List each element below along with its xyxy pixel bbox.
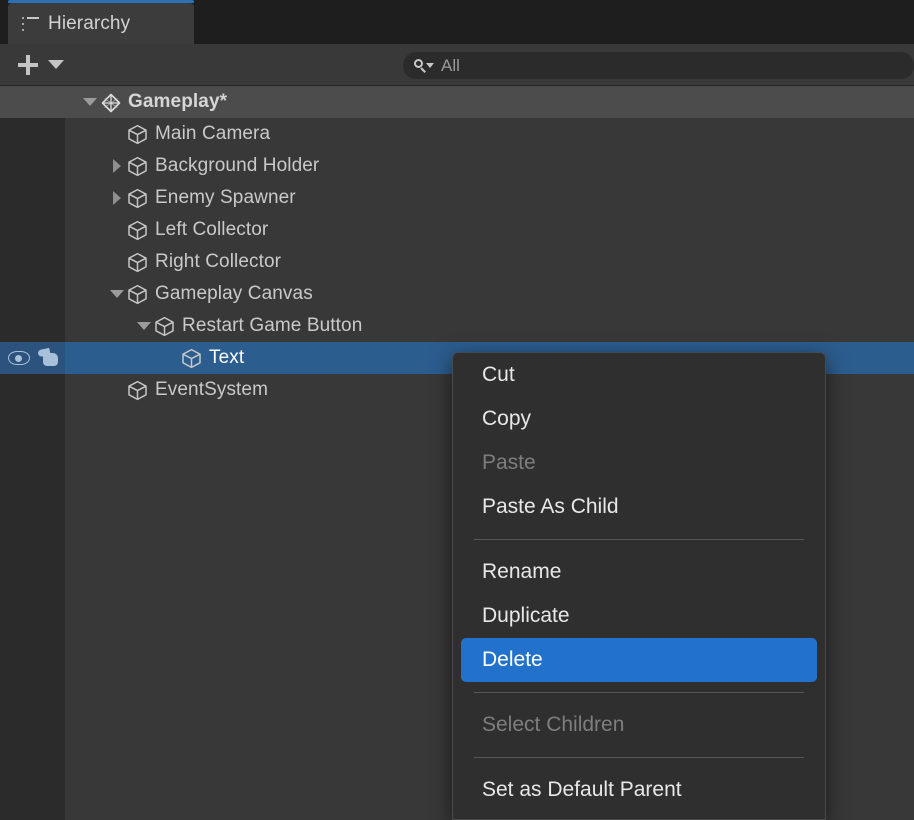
hierarchy-row[interactable]: Background Holder [0,150,914,182]
menu-item[interactable]: Duplicate [453,594,825,638]
gameobject-icon [127,380,148,401]
foldout-placeholder [107,214,127,246]
gameobject-icon [127,124,148,145]
menu-separator [474,692,804,693]
search-placeholder: All [441,55,460,75]
list-icon [22,16,39,31]
hierarchy-row[interactable]: Enemy Spawner [0,182,914,214]
hierarchy-row-label: Gameplay Canvas [155,283,313,304]
foldout-toggle[interactable] [134,310,154,342]
context-menu: Cut Copy Paste Paste As Child Rename Duplicat… [452,352,826,820]
menu-separator [474,539,804,540]
hierarchy-row-label: Restart Game Button [182,315,363,336]
search-icon[interactable] [413,58,435,74]
search-input[interactable]: All [403,52,914,79]
menu-item: Paste [482,451,536,474]
hierarchy-row-label: Left Collector [155,219,269,240]
hierarchy-row-label: Enemy Spawner [155,187,296,208]
hierarchy-row-label: Right Collector [155,251,282,272]
gameobject-icon [181,348,202,369]
foldout-toggle[interactable] [107,278,127,310]
tab-label: Hierarchy [48,12,131,34]
gameobject-icon [127,156,148,177]
hierarchy-row[interactable]: Left Collector [0,214,914,246]
plus-icon [17,54,39,76]
gameobject-icon [127,188,148,209]
menu-item[interactable]: Copy [453,397,825,441]
menu-item[interactable]: Cut [453,353,825,397]
menu-item[interactable]: Rename [453,550,825,594]
foldout-toggle[interactable] [80,86,100,118]
hierarchy-row[interactable]: Restart Game Button [0,310,914,342]
gameobject-icon [127,252,148,273]
add-gameobject-button[interactable] [12,51,44,79]
foldout-placeholder [107,246,127,278]
menu-item[interactable]: Paste As Child [453,485,825,529]
tab-bar: Hierarchy [0,0,914,44]
unity-scene-icon [100,92,121,113]
hierarchy-row[interactable]: Main Camera [0,118,914,150]
menu-separator [474,757,804,758]
hierarchy-row-label: EventSystem [155,379,269,400]
foldout-placeholder [107,118,127,150]
row-toggles [0,342,65,374]
hierarchy-row[interactable]: Gameplay* [0,86,914,118]
foldout-placeholder [161,342,181,374]
hierarchy-row-label: Background Holder [155,155,320,176]
hierarchy-row[interactable]: Gameplay Canvas [0,278,914,310]
foldout-toggle[interactable] [107,182,127,214]
gameobject-icon [154,316,175,337]
tab-hierarchy[interactable]: Hierarchy [8,3,194,44]
unity-hierarchy-window: Hierarchy All Gameplay* Main Camera Backgr… [0,0,914,820]
hierarchy-row[interactable]: Right Collector [0,246,914,278]
menu-item[interactable]: Delete [461,638,817,682]
chevron-down-icon[interactable] [48,60,64,69]
foldout-placeholder [107,374,127,406]
menu-item: Select Children [482,713,625,736]
eye-icon[interactable] [8,351,30,365]
hierarchy-row-label: Gameplay* [128,91,228,112]
hierarchy-row-label: Main Camera [155,123,271,144]
pointing-hand-icon[interactable] [37,347,60,367]
gameobject-icon [127,284,148,305]
hierarchy-row-label: Text [209,347,245,368]
menu-item[interactable]: Set as Default Parent [453,768,825,812]
gameobject-icon [127,220,148,241]
foldout-toggle[interactable] [107,150,127,182]
